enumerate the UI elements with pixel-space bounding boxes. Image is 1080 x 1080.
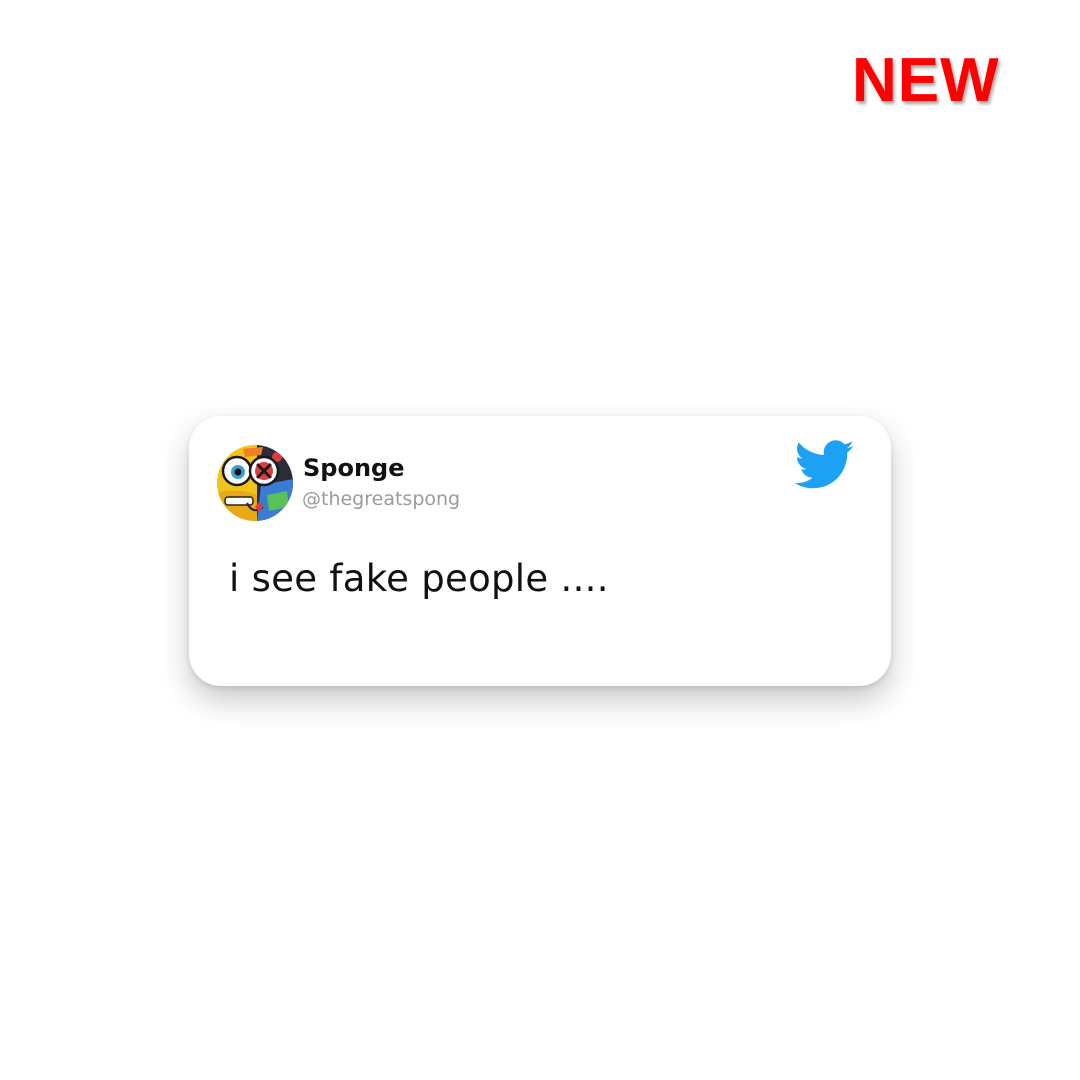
avatar[interactable] bbox=[217, 445, 293, 521]
display-name[interactable]: Sponge bbox=[303, 456, 405, 480]
tweet-card: Sponge @thegreatspong i see fake people … bbox=[189, 416, 891, 686]
user-handle[interactable]: @thegreatspong bbox=[302, 490, 460, 509]
new-badge: NEW bbox=[852, 46, 1000, 115]
cartoon-sponge-avatar-icon bbox=[217, 445, 293, 521]
twitter-bird-icon bbox=[794, 440, 855, 490]
tweet-text: i see fake people .... bbox=[229, 557, 609, 600]
